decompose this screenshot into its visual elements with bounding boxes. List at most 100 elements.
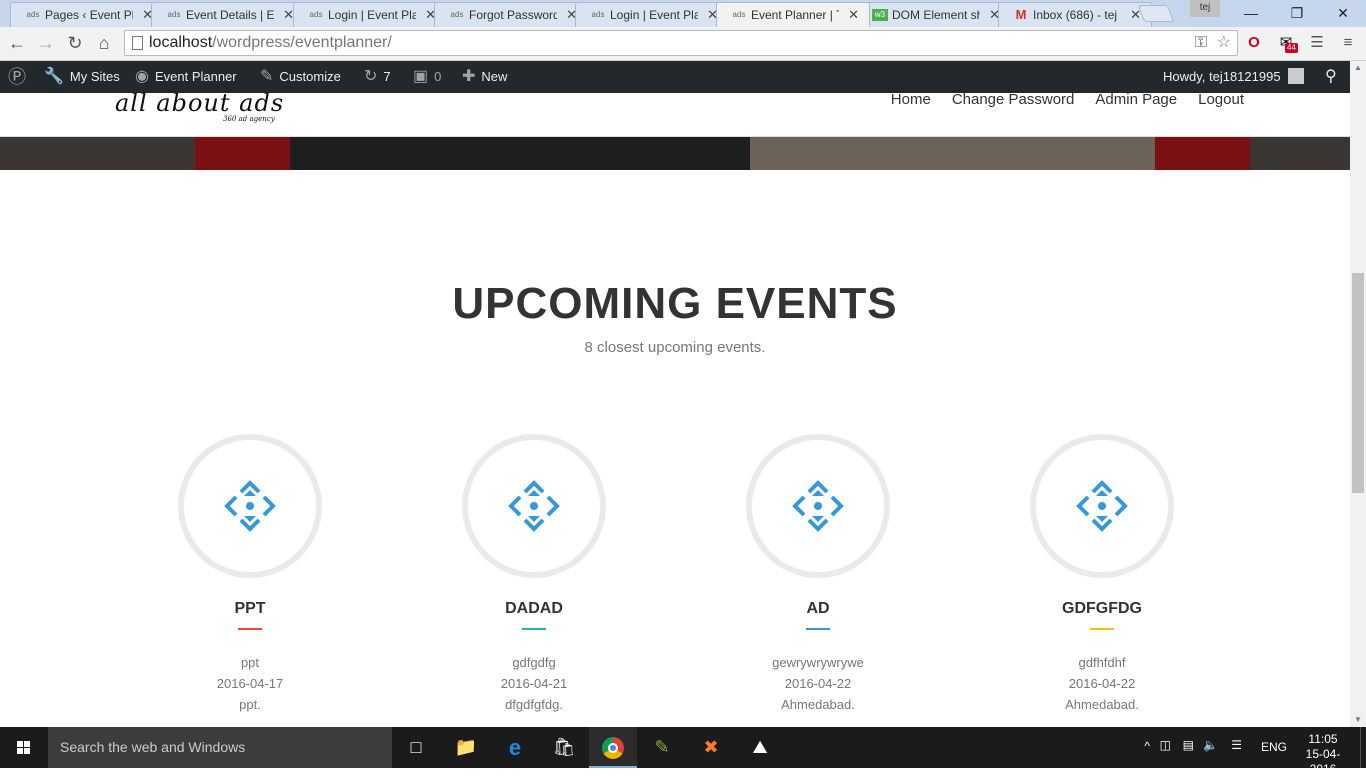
move-arrows-icon	[792, 480, 844, 532]
show-hidden-icons-chevron-icon[interactable]: ^	[1144, 739, 1150, 753]
event-underline	[806, 628, 830, 630]
opera-extension-icon[interactable]: O	[1243, 32, 1265, 54]
profile-button[interactable]: tej	[1190, 0, 1220, 17]
edge-browser-icon[interactable]: e	[491, 727, 539, 768]
browser-tab[interactable]: ads Forgot Password ✕	[434, 2, 588, 27]
browser-tab[interactable]: ads Pages ‹ Event Pl ✕	[10, 2, 164, 27]
plus-icon: ✚	[462, 68, 476, 85]
my-sites-link[interactable]: 🔧 My Sites	[44, 61, 120, 93]
file-explorer-icon[interactable]: 📁	[442, 727, 490, 768]
nav-admin-page[interactable]: Admin Page	[1095, 93, 1177, 107]
section-subtitle: 8 closest upcoming events.	[584, 339, 766, 356]
site-favicon: ads	[732, 10, 746, 19]
event-details: ppt 2016-04-17 ppt.	[150, 652, 350, 715]
close-tab-icon[interactable]: ✕	[848, 3, 859, 27]
new-content-link[interactable]: ✚ New	[462, 61, 507, 93]
site-logo[interactable]: all about ads 360 ad agency	[115, 93, 284, 123]
event-name: GDFGFDG	[1062, 600, 1142, 617]
scroll-up-arrow[interactable]: ▲	[1350, 61, 1366, 75]
browser-toolbar: ← → ↻ ⌂ localhost/wordpress/eventplanner…	[0, 27, 1366, 61]
event-icon-circle	[1030, 434, 1174, 578]
comment-icon: ▣	[413, 68, 429, 85]
event-details: gdfhfdhf 2016-04-22 Ahmedabad.	[1002, 652, 1202, 715]
store-icon[interactable]: 🛍	[540, 727, 588, 768]
updates-icon: ↻	[364, 68, 378, 85]
power-icon[interactable]: ◫	[1160, 738, 1171, 752]
event-card[interactable]: PPT ppt 2016-04-17 ppt.	[150, 434, 350, 715]
site-favicon: ads	[450, 10, 464, 19]
event-date: 2016-04-22	[1068, 676, 1136, 691]
event-underline	[1090, 628, 1114, 630]
taskbar-search-input[interactable]: Search the web and Windows	[48, 727, 392, 768]
banner-curtain	[195, 137, 290, 170]
chrome-icon[interactable]	[589, 727, 637, 768]
howdy-account-link[interactable]: Howdy, tej18121995	[1163, 61, 1304, 93]
event-underline	[522, 628, 546, 630]
volume-icon[interactable]: 🔈	[1203, 738, 1218, 752]
language-indicator[interactable]: ENG	[1261, 740, 1287, 754]
site-name-link[interactable]: ◉ Event Planner	[135, 61, 237, 93]
page-scrollbar[interactable]: ▲ ▼	[1350, 61, 1366, 727]
minimize-icon[interactable]: —	[1228, 0, 1274, 26]
event-details: gewrywrywrywe 2016-04-22 Ahmedabad.	[718, 652, 918, 715]
browser-tab[interactable]: ads Event Details | E ✕	[151, 2, 305, 27]
event-details: gdfgdfg 2016-04-21 dfgdfgfdg.	[434, 652, 634, 715]
search-icon[interactable]: ⚲	[1325, 61, 1337, 93]
photos-icon[interactable]: ⛰	[736, 727, 784, 768]
chrome-menu-icon[interactable]: ≡	[1337, 32, 1359, 54]
avatar	[1287, 68, 1304, 84]
browser-tab[interactable]: w3 DOM Element sh ✕	[857, 2, 1011, 27]
browser-tab-active[interactable]: ads Event Planner | T ✕	[716, 2, 870, 27]
tab-strip: ads Pages ‹ Event Pl ✕ ads Event Details | …	[0, 0, 1366, 27]
scroll-down-arrow[interactable]: ▼	[1350, 713, 1366, 727]
event-card[interactable]: DADAD gdfgdfg 2016-04-21 dfgdfgfdg.	[434, 434, 634, 715]
show-desktop-button[interactable]	[1360, 727, 1366, 768]
browser-tab[interactable]: ads Login | Event Pla ✕	[575, 2, 729, 27]
back-icon[interactable]: ←	[5, 31, 29, 55]
event-icon-circle	[462, 434, 606, 578]
notepad-plus-icon[interactable]: ✎	[638, 727, 686, 768]
address-bar[interactable]: localhost/wordpress/eventplanner/ ⚿ ☆	[124, 30, 1238, 56]
comments-link[interactable]: ▣ 0	[413, 61, 441, 93]
customize-link[interactable]: ✎ Customize	[260, 61, 341, 93]
event-underline	[238, 628, 262, 630]
site-favicon: ads	[167, 10, 181, 19]
event-card[interactable]: GDFGFDG gdfhfdhf 2016-04-22 Ahmedabad.	[1002, 434, 1202, 715]
event-card[interactable]: AD gewrywrywrywe 2016-04-22 Ahmedabad.	[718, 434, 918, 715]
close-window-icon[interactable]: ✕	[1320, 0, 1366, 26]
nav-home[interactable]: Home	[891, 93, 931, 107]
key-icon[interactable]: ⚿	[1195, 31, 1207, 55]
new-tab-button[interactable]	[1137, 5, 1175, 22]
forward-icon[interactable]: →	[34, 31, 58, 55]
home-icon[interactable]: ⌂	[92, 31, 116, 55]
page-icon	[132, 36, 143, 50]
w3-favicon: w3	[872, 9, 888, 21]
event-name: AD	[806, 600, 830, 617]
browser-tab[interactable]: ads Login | Event Pla ✕	[293, 2, 447, 27]
windows-start-icon[interactable]	[0, 727, 48, 768]
move-arrows-icon	[1076, 480, 1128, 532]
updates-link[interactable]: ↻ 7	[364, 61, 391, 93]
reload-icon[interactable]: ↻	[63, 31, 87, 55]
nav-logout[interactable]: Logout	[1198, 93, 1244, 107]
notification-icon[interactable]: ☰	[1231, 738, 1242, 752]
wordpress-logo-icon[interactable]: Ⓟ	[8, 61, 26, 93]
clock[interactable]: 11:05 15-04-2016	[1296, 732, 1350, 777]
windows-taskbar: Search the web and Windows □ 📁 e 🛍 ✎ ✖ ⛰…	[0, 727, 1366, 776]
scrollbar-thumb[interactable]	[1352, 273, 1364, 493]
dashboard-icon: ◉	[135, 68, 149, 85]
mail-extension-icon[interactable]: ✉44	[1275, 32, 1298, 54]
event-description: gdfgdfg	[512, 655, 556, 670]
task-view-icon[interactable]: □	[392, 727, 440, 768]
bookmark-star-icon[interactable]: ☆	[1217, 31, 1231, 55]
hero-banner-image	[0, 137, 1350, 170]
extension-icon[interactable]: ☰	[1306, 32, 1328, 54]
network-icon[interactable]: ▤	[1183, 738, 1194, 752]
clock-time: 11:05	[1308, 732, 1338, 746]
xampp-icon[interactable]: ✖	[687, 727, 735, 768]
event-name: DADAD	[505, 600, 563, 617]
browser-tab[interactable]: M Inbox (686) - tej ✕	[998, 2, 1152, 27]
banner-curtain	[1155, 137, 1250, 170]
restore-icon[interactable]: ❐	[1274, 0, 1320, 26]
nav-change-password[interactable]: Change Password	[952, 93, 1075, 107]
